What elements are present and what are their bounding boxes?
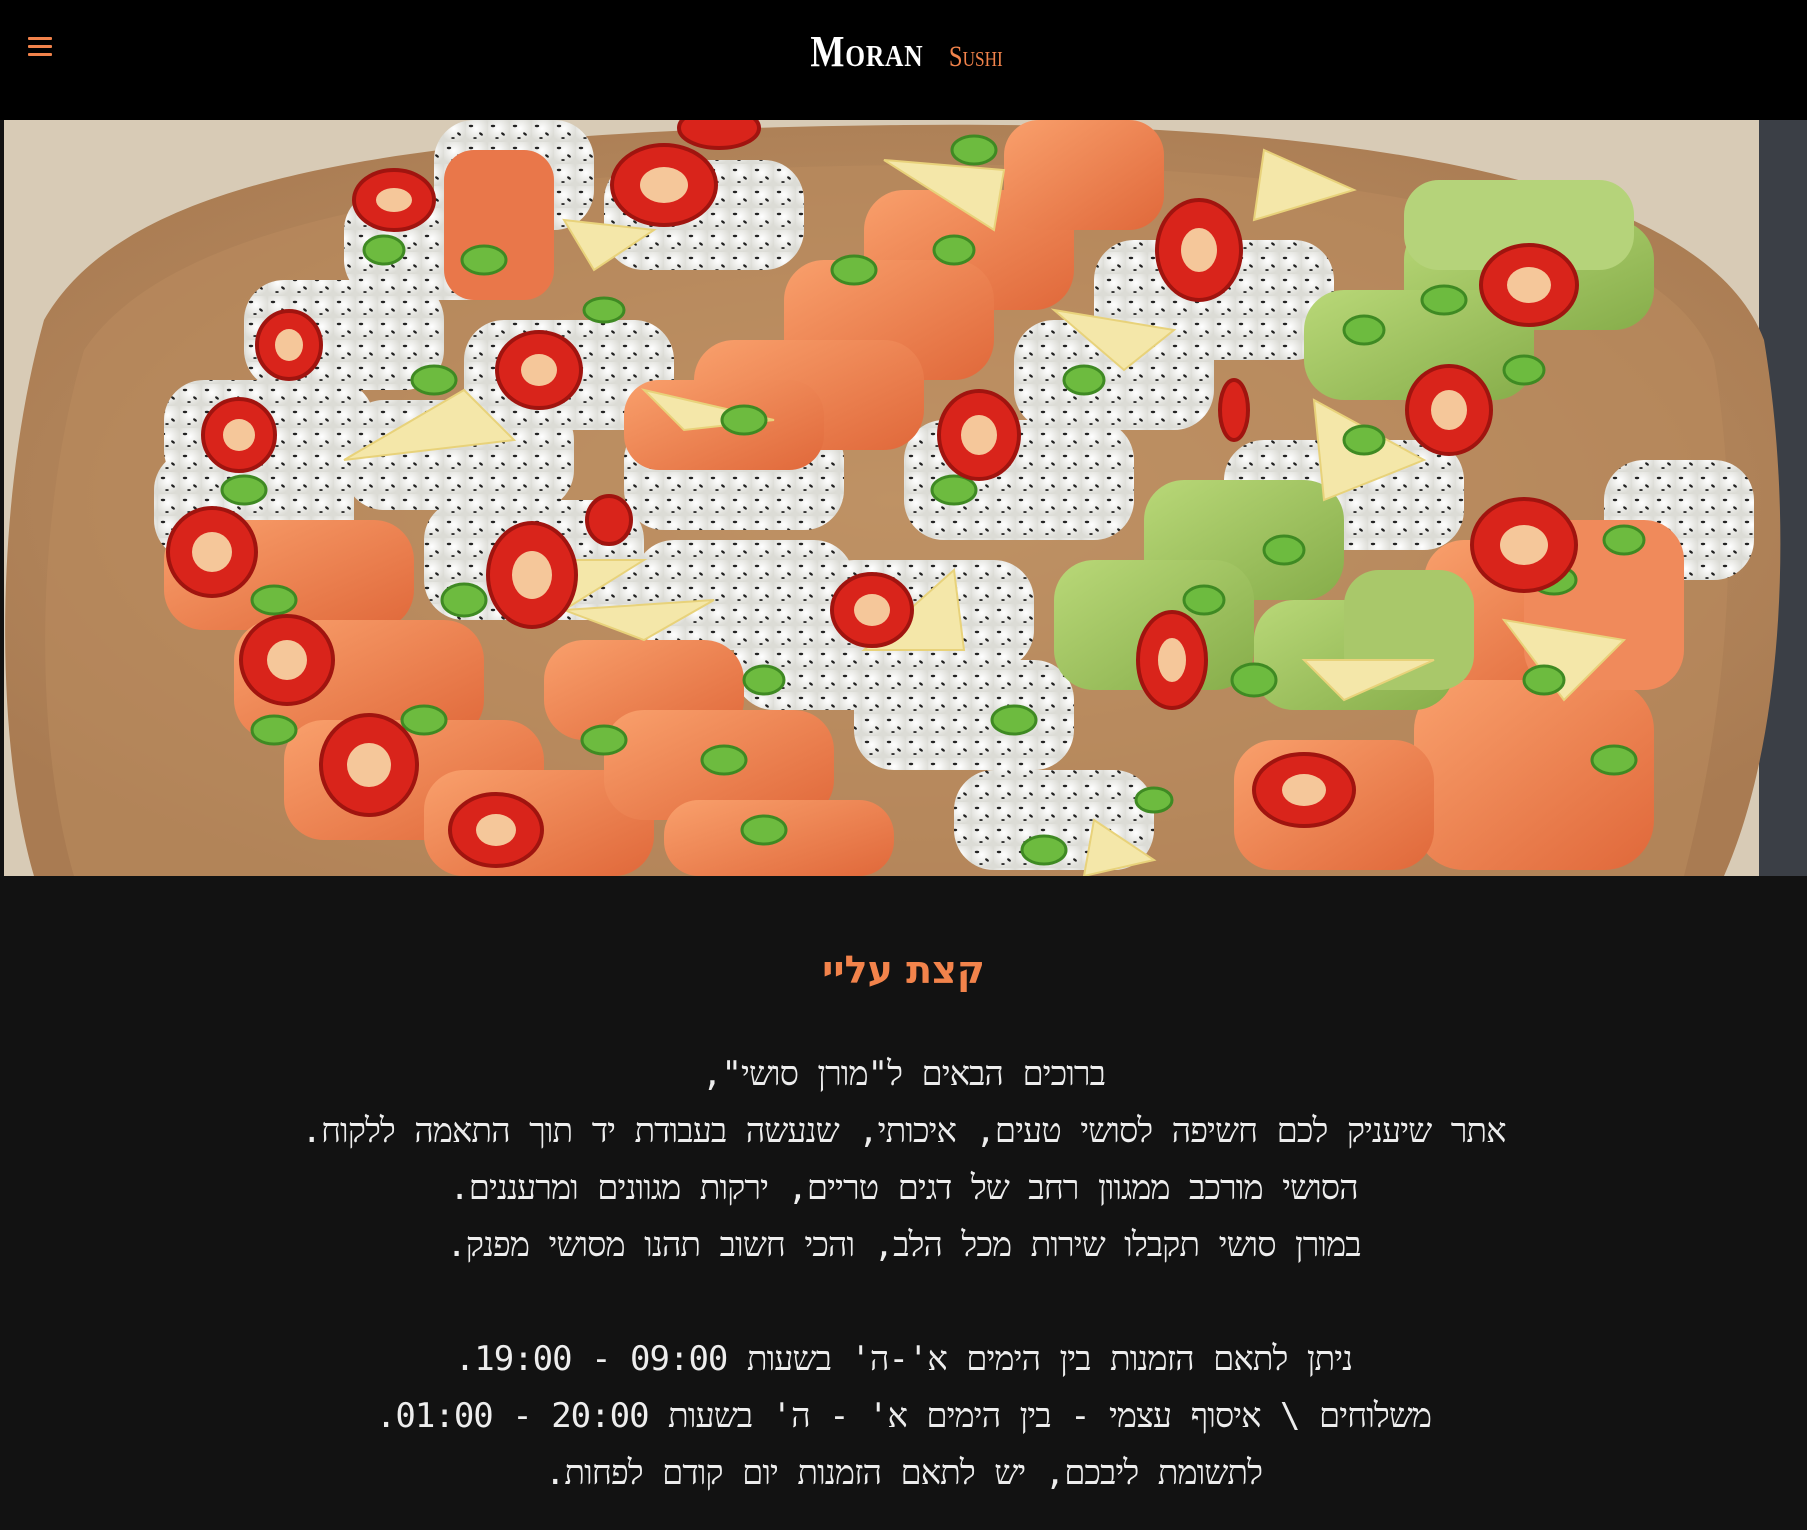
logo-subtitle: Sushi [949, 40, 1003, 73]
about-line: במורן סושי תקבלו שירות מכל הלב, והכי חשו… [446, 1225, 1361, 1265]
site-header: Moran Sushi [0, 0, 1807, 120]
site-logo[interactable]: Moran Sushi [0, 30, 1807, 74]
about-line: אתר שיעניק לכם חשיפה לסושי טעים, איכותי,… [301, 1111, 1506, 1151]
hours-line: ניתן לתאם הזמנות בין הימים א'-ה' בשעות 0… [454, 1339, 1353, 1379]
page: Moran Sushi קצת עליי ברוכים הבאים ל"מורן… [0, 0, 1807, 1530]
about-line: הסושי מורכב ממגוון רחב של דגים טריים, יר… [449, 1168, 1358, 1208]
hero-sushi-image [4, 120, 1807, 876]
logo-brand: Moran [810, 27, 924, 76]
notice-line: לתשומת ליבכם, יש לתאם הזמנות יום קודם לפ… [544, 1453, 1263, 1493]
about-title: קצת עליי [822, 948, 985, 992]
about-text: ברוכים הבאים ל"מורן סושי", אתר שיעניק לכ… [0, 1046, 1807, 1502]
about-line: ברוכים הבאים ל"מורן סושי", [702, 1054, 1106, 1094]
delivery-line: משלוחים \ איסוף עצמי - בין הימים א' - ה'… [375, 1396, 1432, 1436]
about-section: קצת עליי ברוכים הבאים ל"מורן סושי", אתר … [0, 876, 1807, 1530]
